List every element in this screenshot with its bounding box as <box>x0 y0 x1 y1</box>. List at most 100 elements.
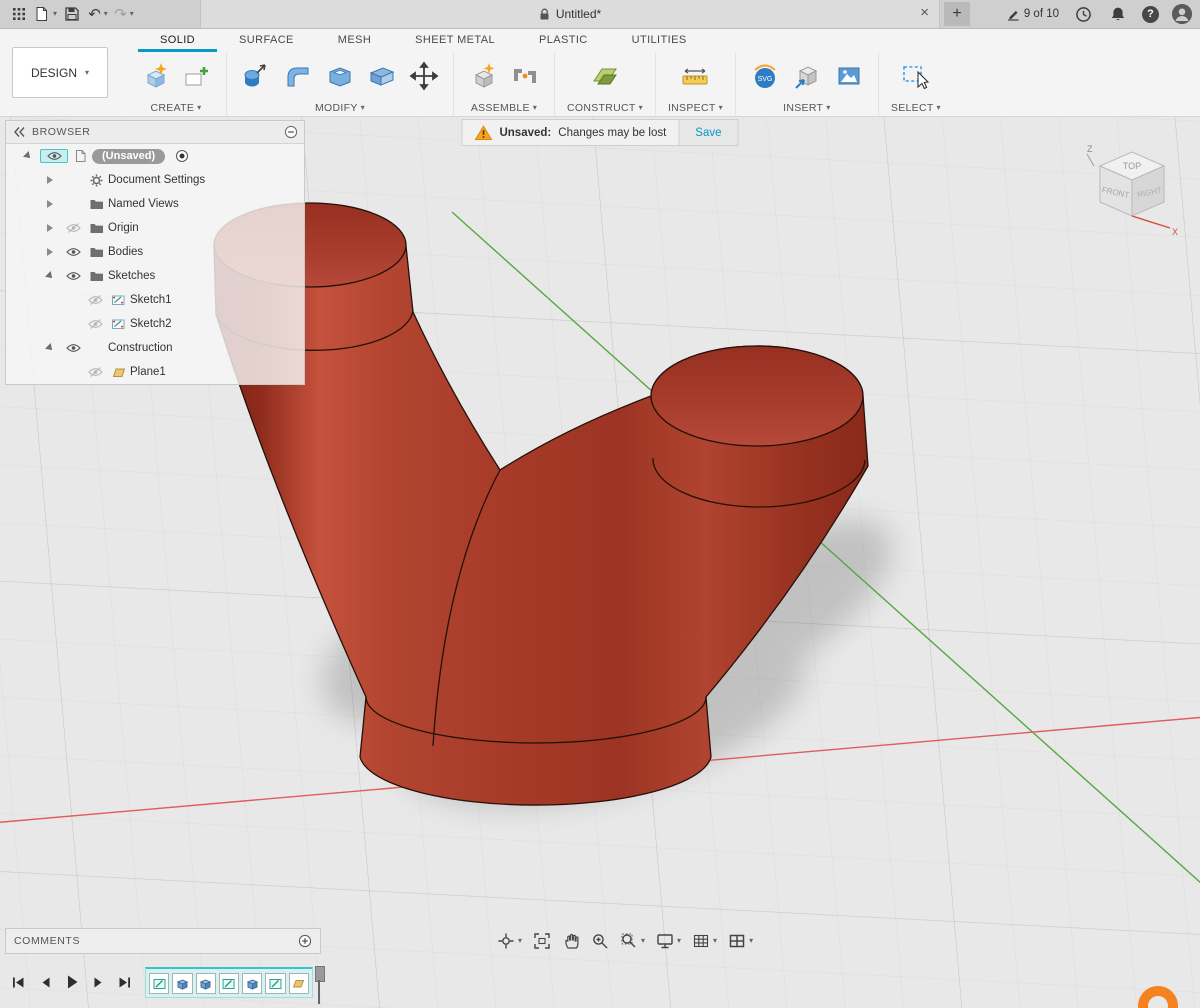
timeline-feature-extrude-icon[interactable] <box>172 973 192 994</box>
app-grid-icon[interactable] <box>8 2 30 26</box>
save-icon[interactable] <box>61 2 83 26</box>
grid-display-icon[interactable]: ▾ <box>692 932 717 950</box>
joint-icon[interactable] <box>508 59 542 93</box>
pan-hand-icon[interactable] <box>562 932 580 950</box>
create-form-icon[interactable] <box>138 59 172 93</box>
expander-icon[interactable] <box>47 176 53 184</box>
activate-component-radio[interactable] <box>175 149 189 163</box>
press-pull-icon[interactable] <box>239 59 273 93</box>
shell-icon[interactable] <box>323 59 357 93</box>
tab-solid[interactable]: SOLID <box>138 30 217 52</box>
zoom-window-icon[interactable]: ▾ <box>620 932 645 950</box>
tree-row-bodies[interactable]: Bodies <box>6 240 304 264</box>
combine-icon[interactable] <box>365 59 399 93</box>
visibility-eye-icon[interactable] <box>62 343 84 353</box>
sketch-icon <box>108 317 128 331</box>
measure-icon[interactable] <box>678 59 712 93</box>
visibility-eye-off-icon[interactable] <box>84 367 106 377</box>
undo-icon[interactable]: ↶▾ <box>87 2 109 26</box>
document-title: Untitled* <box>556 7 601 21</box>
view-cube[interactable]: TOP FRONT RIGHT Z X <box>1082 142 1182 242</box>
save-button[interactable]: Save <box>678 120 737 145</box>
new-component-icon[interactable] <box>466 59 500 93</box>
tree-row-plane1[interactable]: Plane1 <box>6 360 304 384</box>
tree-row-document[interactable]: (Unsaved) <box>6 144 304 168</box>
redo-icon[interactable]: ↷▾ <box>113 2 135 26</box>
tab-close-icon[interactable]: × <box>920 4 929 21</box>
tree-row-document-settings[interactable]: Document Settings <box>6 168 304 192</box>
inspect-dropdown[interactable]: INSPECT▾ <box>668 99 723 116</box>
comments-bar[interactable]: COMMENTS <box>5 928 321 954</box>
assemble-dropdown[interactable]: ASSEMBLE▾ <box>471 99 537 116</box>
timeline-feature-extrude-icon[interactable] <box>242 973 262 994</box>
notifications-bell-icon[interactable] <box>1107 2 1129 26</box>
visibility-eye-off-icon[interactable] <box>62 223 84 233</box>
create-sketch-icon[interactable] <box>180 59 214 93</box>
timeline-feature-sketch-icon[interactable] <box>149 973 169 994</box>
move-icon[interactable] <box>407 59 441 93</box>
workspace-switcher[interactable]: DESIGN ▾ <box>12 47 108 98</box>
expander-open-icon[interactable] <box>45 271 55 281</box>
file-menu-icon[interactable]: ▾ <box>34 2 57 26</box>
tree-row-sketches[interactable]: Sketches <box>6 264 304 288</box>
timeline-feature-sketch-icon[interactable] <box>265 973 285 994</box>
tree-row-sketch2[interactable]: Sketch2 <box>6 312 304 336</box>
tree-row-sketch1[interactable]: Sketch1 <box>6 288 304 312</box>
insert-mesh-icon[interactable] <box>790 59 824 93</box>
visibility-eye-icon[interactable] <box>62 271 84 281</box>
panel-minimize-icon[interactable] <box>284 125 298 139</box>
user-avatar[interactable] <box>1172 4 1192 24</box>
timeline-feature-sketch-icon[interactable] <box>219 973 239 994</box>
step-forward-icon[interactable] <box>91 975 105 990</box>
tree-row-named-views[interactable]: Named Views <box>6 192 304 216</box>
insert-dropdown[interactable]: INSERT▾ <box>783 99 830 116</box>
visibility-eye-icon[interactable] <box>62 247 84 257</box>
visibility-eye-off-icon[interactable] <box>84 295 106 305</box>
document-name[interactable]: (Unsaved) <box>92 149 165 164</box>
timeline-feature-plane-icon[interactable] <box>289 973 309 994</box>
fillet-icon[interactable] <box>281 59 315 93</box>
orbit-icon[interactable]: ▾ <box>497 932 522 950</box>
visibility-eye-off-icon[interactable] <box>84 319 106 329</box>
tab-sheet-metal[interactable]: SHEET METAL <box>393 30 517 52</box>
look-at-icon[interactable] <box>533 932 551 950</box>
collapse-panel-icon[interactable] <box>12 126 26 138</box>
expander-icon[interactable] <box>47 224 53 232</box>
tab-utilities[interactable]: UTILITIES <box>610 30 709 52</box>
timeline-feature-extrude-icon[interactable] <box>196 973 216 994</box>
tab-plastic[interactable]: PLASTIC <box>517 30 610 52</box>
viewports-icon[interactable]: ▾ <box>728 932 753 950</box>
new-tab-button[interactable]: + <box>944 2 970 26</box>
create-dropdown[interactable]: CREATE▾ <box>151 99 202 116</box>
modify-dropdown[interactable]: MODIFY▾ <box>315 99 365 116</box>
expand-comments-icon[interactable] <box>298 934 312 948</box>
select-icon[interactable] <box>899 59 933 93</box>
timeline-playhead[interactable] <box>313 966 325 1004</box>
canvas-image-icon[interactable] <box>832 59 866 93</box>
expander-icon[interactable] <box>47 248 53 256</box>
tree-row-origin[interactable]: Origin <box>6 216 304 240</box>
select-dropdown[interactable]: SELECT▾ <box>891 99 941 116</box>
tab-surface[interactable]: SURFACE <box>217 30 316 52</box>
insert-svg-icon[interactable]: SVG <box>748 59 782 93</box>
feature-timeline[interactable] <box>145 967 313 998</box>
save-status[interactable]: 9 of 10 <box>1006 7 1059 21</box>
go-to-end-icon[interactable] <box>117 975 133 990</box>
go-to-start-icon[interactable] <box>10 975 26 990</box>
display-settings-icon[interactable]: ▾ <box>656 932 681 950</box>
document-visibility-eye-icon[interactable] <box>40 149 68 163</box>
help-icon[interactable]: ? <box>1142 6 1159 23</box>
document-tab[interactable]: Untitled* × <box>200 0 940 28</box>
expander-open-icon[interactable] <box>23 151 33 161</box>
step-back-icon[interactable] <box>38 975 52 990</box>
play-icon[interactable] <box>64 974 79 990</box>
expander-open-icon[interactable] <box>45 343 55 353</box>
playhead-handle[interactable] <box>315 966 325 982</box>
zoom-icon[interactable] <box>591 932 609 950</box>
construct-dropdown[interactable]: CONSTRUCT▾ <box>567 99 643 116</box>
tab-mesh[interactable]: MESH <box>316 30 393 52</box>
expander-icon[interactable] <box>47 200 53 208</box>
construction-plane-icon[interactable] <box>588 59 622 93</box>
activity-clock-icon[interactable] <box>1072 2 1094 26</box>
tree-row-construction[interactable]: Construction <box>6 336 304 360</box>
